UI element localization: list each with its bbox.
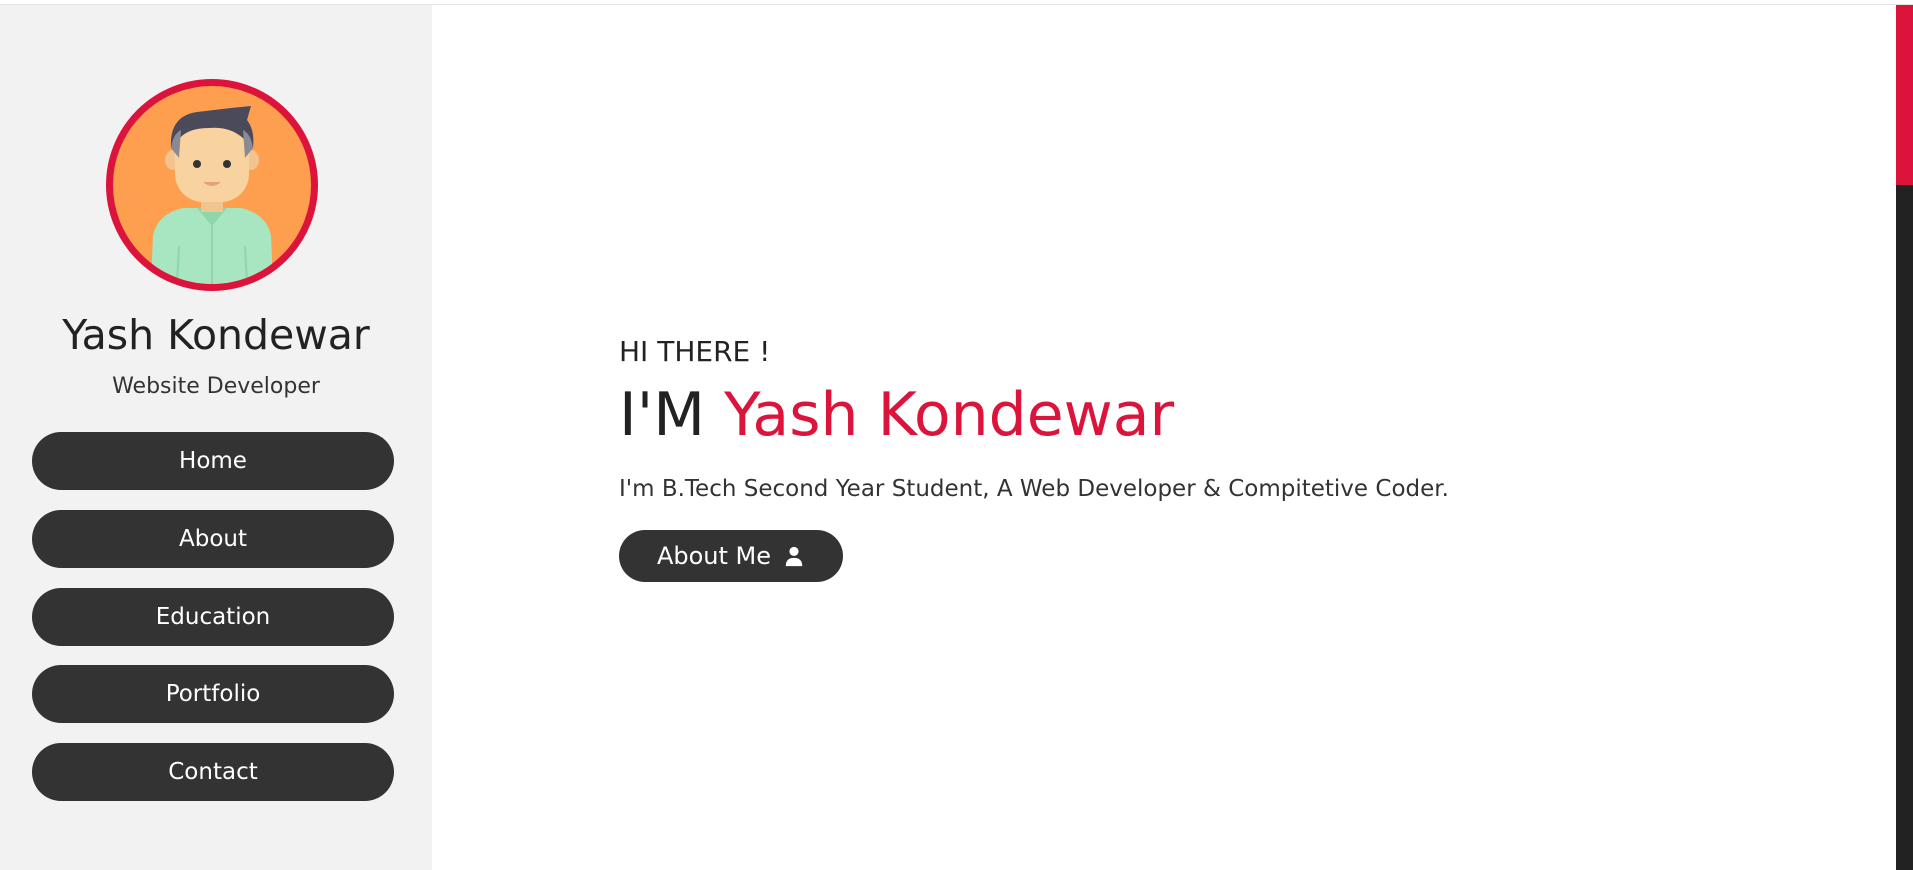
- hero-description: I'm B.Tech Second Year Student, A Web De…: [619, 476, 1449, 502]
- user-icon: [783, 545, 805, 567]
- nav-education-button[interactable]: Education: [32, 588, 394, 646]
- sidebar: Yash Kondewar Website Developer Home Abo…: [0, 5, 432, 870]
- hero-headline: I'M Yash Kondewar: [619, 380, 1174, 450]
- hero-name: Yash Kondewar: [724, 380, 1175, 450]
- about-me-button[interactable]: About Me: [619, 530, 843, 582]
- scrollbar-thumb[interactable]: [1896, 5, 1913, 185]
- nav-portfolio-button[interactable]: Portfolio: [32, 665, 394, 723]
- hero-prefix: I'M: [619, 380, 705, 450]
- profile-role: Website Developer: [112, 374, 320, 399]
- nav-about-button[interactable]: About: [32, 510, 394, 568]
- profile-avatar: [106, 79, 318, 291]
- main-content: HI THERE ! I'M Yash Kondewar I'm B.Tech …: [432, 5, 1896, 870]
- about-me-label: About Me: [656, 542, 772, 570]
- profile-name: Yash Kondewar: [62, 311, 370, 359]
- nav-home-button[interactable]: Home: [32, 432, 394, 490]
- developer-avatar-icon: [151, 106, 273, 284]
- scrollbar-track[interactable]: [1896, 5, 1913, 870]
- hero-greeting: HI THERE !: [619, 335, 771, 368]
- nav-contact-button[interactable]: Contact: [32, 743, 394, 801]
